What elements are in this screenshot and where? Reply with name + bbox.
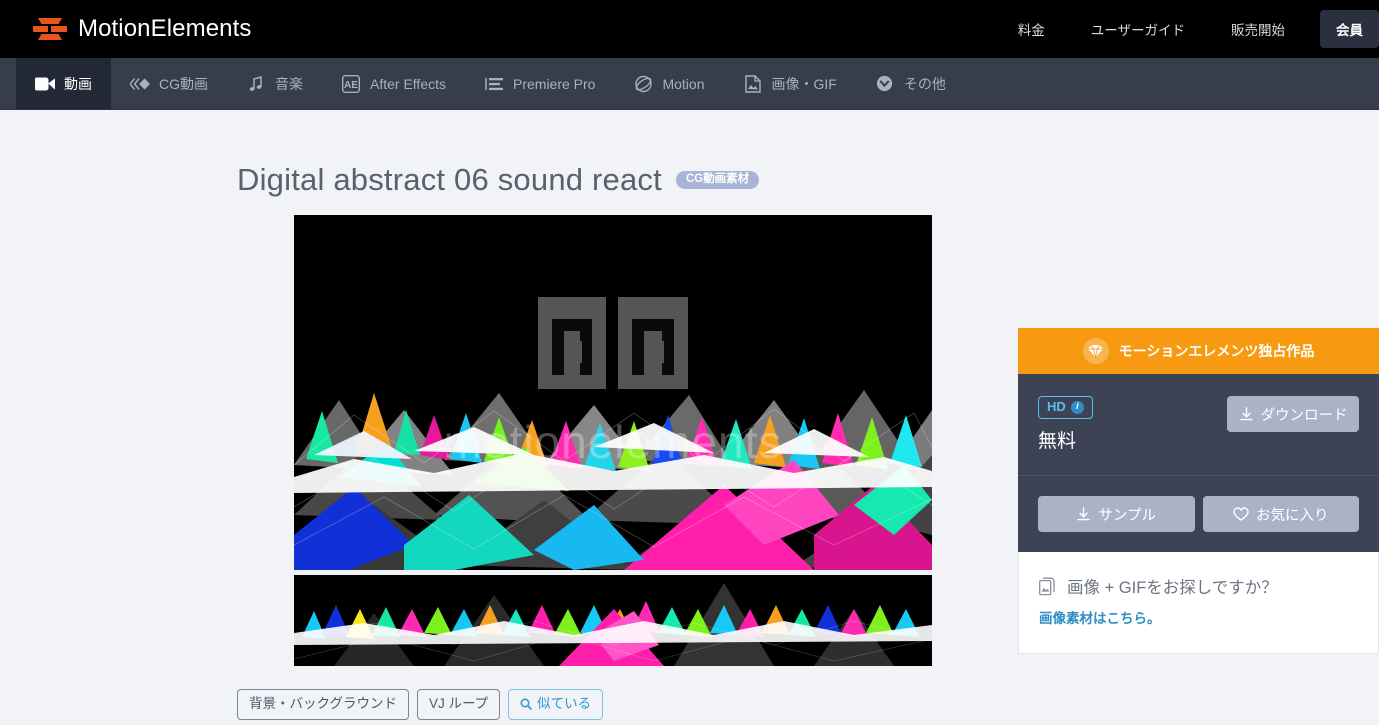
exclusive-banner: モーションエレメンツ独占作品: [1018, 328, 1379, 374]
preview-filmstrip[interactable]: [294, 575, 932, 666]
download-button-label: ダウンロード: [1260, 407, 1348, 424]
preview-area: motionelements: [294, 215, 932, 666]
favorite-button[interactable]: お気に入り: [1202, 496, 1359, 533]
page-body: Digital abstract 06 sound react CG動画素材 m…: [0, 110, 1379, 720]
price-block: HD i 無料: [1038, 396, 1093, 453]
diamond-icon: [1082, 338, 1109, 364]
top-header-bar: MotionElements 料金 ユーザーガイド 販売開始 会員: [0, 0, 1379, 58]
top-link-pricing[interactable]: 料金: [995, 19, 1068, 39]
nav-item-label: 画像・GIF: [771, 75, 837, 92]
favorite-button-label: お気に入り: [1256, 507, 1329, 524]
chevron-down-circle-icon: [875, 75, 895, 93]
after-effects-icon: AE: [341, 74, 361, 93]
tag-vj-loop[interactable]: VJ ループ: [416, 689, 501, 720]
sample-button[interactable]: サンプル: [1038, 496, 1195, 533]
nav-item-image-gif[interactable]: 画像・GIF: [724, 58, 856, 109]
panel-divider: [1018, 475, 1379, 477]
nav-item-motion[interactable]: Motion: [614, 58, 723, 109]
download-button[interactable]: ダウンロード: [1227, 396, 1359, 432]
purchase-panel: HD i 無料 ダウンロード サンプル お気に入り: [1018, 374, 1379, 553]
watermark-logo-icon: [538, 296, 688, 389]
nav-item-label: その他: [903, 75, 946, 92]
motion-orbit-icon: [633, 75, 653, 93]
nav-item-video[interactable]: 動画: [16, 58, 111, 109]
main-content-column: Digital abstract 06 sound react CG動画素材 m…: [0, 110, 1018, 720]
heart-icon: [1233, 507, 1249, 521]
top-link-user-guide[interactable]: ユーザーガイド: [1068, 19, 1208, 39]
exclusive-banner-label: モーションエレメンツ独占作品: [1118, 343, 1315, 359]
nav-item-others[interactable]: その他: [856, 58, 965, 109]
premiere-pro-icon: [484, 75, 504, 93]
download-icon: [1077, 507, 1091, 521]
nav-item-label: Premiere Pro: [513, 75, 596, 92]
download-icon: [1239, 406, 1253, 420]
image-file-icon: [743, 74, 763, 93]
page-title-row: Digital abstract 06 sound react CG動画素材: [0, 110, 1018, 198]
page-title: Digital abstract 06 sound react: [237, 162, 662, 197]
nav-item-label: CG動画: [159, 75, 208, 92]
tag-background[interactable]: 背景・バックグラウンド: [237, 689, 409, 720]
quality-badge-label: HD: [1047, 399, 1066, 414]
quality-badge[interactable]: HD i: [1038, 396, 1093, 420]
nav-item-music[interactable]: 音楽: [227, 58, 322, 109]
secondary-action-row: サンプル お気に入り: [1038, 496, 1359, 533]
preview-artwork: [294, 215, 932, 570]
promo-card: 画像 + GIFをお探しですか？ 画像素材はこちら。: [1018, 552, 1379, 655]
nav-item-label: 動画: [64, 75, 92, 92]
top-link-start-selling[interactable]: 販売開始: [1208, 19, 1308, 39]
brand-name: MotionElements: [78, 15, 252, 42]
search-icon: [520, 698, 532, 710]
music-note-icon: [246, 75, 266, 93]
tag-list: 背景・バックグラウンド VJ ループ 似ている: [237, 689, 1018, 720]
member-button[interactable]: 会員: [1320, 10, 1379, 48]
nav-item-after-effects[interactable]: AE After Effects: [322, 58, 465, 109]
sample-button-label: サンプル: [1098, 507, 1157, 524]
images-stack-icon: [1039, 577, 1055, 596]
tag-similar[interactable]: 似ている: [508, 689, 604, 720]
asset-type-badge: CG動画素材: [675, 170, 760, 190]
tag-similar-label: 似ている: [537, 696, 592, 711]
nav-item-premiere-pro[interactable]: Premiere Pro: [465, 58, 614, 109]
brand-logo[interactable]: MotionElements: [33, 15, 251, 43]
info-icon[interactable]: i: [1070, 400, 1084, 414]
nav-item-label: 音楽: [275, 75, 303, 92]
price-value: 無料: [1038, 431, 1077, 453]
nav-item-label: Motion: [662, 75, 705, 92]
cg-chevrons-icon: [130, 75, 150, 93]
video-camera-icon: [35, 75, 55, 93]
nav-item-cg-video[interactable]: CG動画: [111, 58, 227, 109]
promo-heading-row: 画像 + GIFをお探しですか？: [1039, 574, 1358, 598]
svg-text:AE: AE: [344, 80, 358, 91]
video-preview-player[interactable]: motionelements: [294, 215, 932, 570]
promo-link[interactable]: 画像素材はこちら。: [1039, 607, 1358, 627]
sidebar-column: モーションエレメンツ独占作品 HD i 無料 ダウンロード サンプル お気に入り…: [1018, 110, 1379, 720]
motionelements-mark-icon: [33, 16, 67, 42]
price-download-row: HD i 無料 ダウンロード: [1038, 396, 1359, 453]
filmstrip-artwork: [294, 575, 932, 666]
nav-item-label: After Effects: [370, 75, 446, 92]
top-nav-links: 料金 ユーザーガイド 販売開始 会員: [995, 0, 1379, 58]
promo-heading: 画像 + GIFをお探しですか？: [1067, 579, 1278, 598]
category-nav-bar: 動画 CG動画 音楽 AE After Effects Premiere Pro…: [0, 58, 1379, 110]
